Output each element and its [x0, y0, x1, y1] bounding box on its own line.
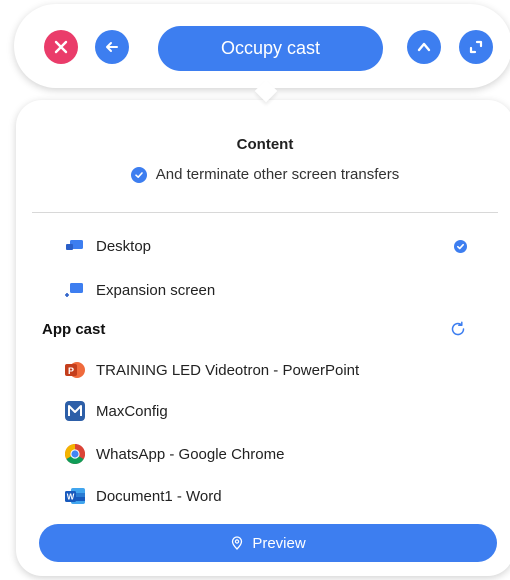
svg-text:W: W — [67, 493, 75, 502]
location-pin-icon — [232, 536, 243, 550]
expansion-screen-icon — [64, 279, 86, 301]
occupy-cast-button[interactable]: Occupy cast — [158, 26, 383, 71]
close-icon — [54, 40, 68, 54]
refresh-icon[interactable] — [449, 320, 467, 338]
expand-button[interactable] — [459, 30, 493, 64]
back-button[interactable] — [95, 30, 129, 64]
terminate-label: And terminate other screen transfers — [155, 166, 400, 183]
content-title: Content — [236, 136, 294, 153]
preview-label: Preview — [252, 534, 306, 552]
app-item-label: TRAINING LED Videotron - PowerPoint — [96, 361, 360, 379]
app-item-chrome[interactable]: WhatsApp - Google Chrome — [64, 442, 284, 466]
chevron-up-icon — [417, 42, 431, 52]
app-item-powerpoint[interactable]: P TRAINING LED Videotron - PowerPoint — [64, 358, 359, 382]
app-item-word[interactable]: W Document1 - Word — [64, 484, 222, 508]
app-item-label: WhatsApp - Google Chrome — [96, 445, 285, 463]
app-item-maxconfig[interactable]: MaxConfig — [64, 399, 168, 423]
maxconfig-icon — [64, 400, 86, 422]
check-circle-icon[interactable] — [130, 166, 147, 183]
desktop-icon — [64, 235, 86, 257]
chrome-icon — [64, 443, 86, 465]
close-button[interactable] — [44, 30, 78, 64]
source-item-expansion-screen[interactable]: Expansion screen — [64, 278, 215, 302]
cast-toolbar: Occupy cast — [14, 4, 510, 88]
content-panel: Content And terminate other screen trans… — [16, 100, 510, 576]
back-arrow-icon — [106, 42, 118, 52]
selected-check-icon — [454, 240, 467, 253]
source-item-label: Desktop — [96, 237, 152, 255]
powerpoint-icon: P — [64, 359, 86, 381]
app-item-label: Document1 - Word — [96, 487, 222, 505]
svg-text:P: P — [68, 366, 74, 376]
divider — [32, 212, 498, 213]
app-item-label: MaxConfig — [96, 402, 168, 420]
collapse-button[interactable] — [407, 30, 441, 64]
source-item-label: Expansion screen — [96, 281, 216, 299]
app-cast-title: App cast — [42, 321, 106, 338]
source-item-desktop[interactable]: Desktop — [64, 234, 151, 258]
preview-button[interactable]: Preview — [39, 524, 497, 562]
word-icon: W — [64, 485, 86, 507]
terminate-option[interactable]: And terminate other screen transfers — [16, 166, 510, 183]
expand-icon — [469, 40, 483, 54]
